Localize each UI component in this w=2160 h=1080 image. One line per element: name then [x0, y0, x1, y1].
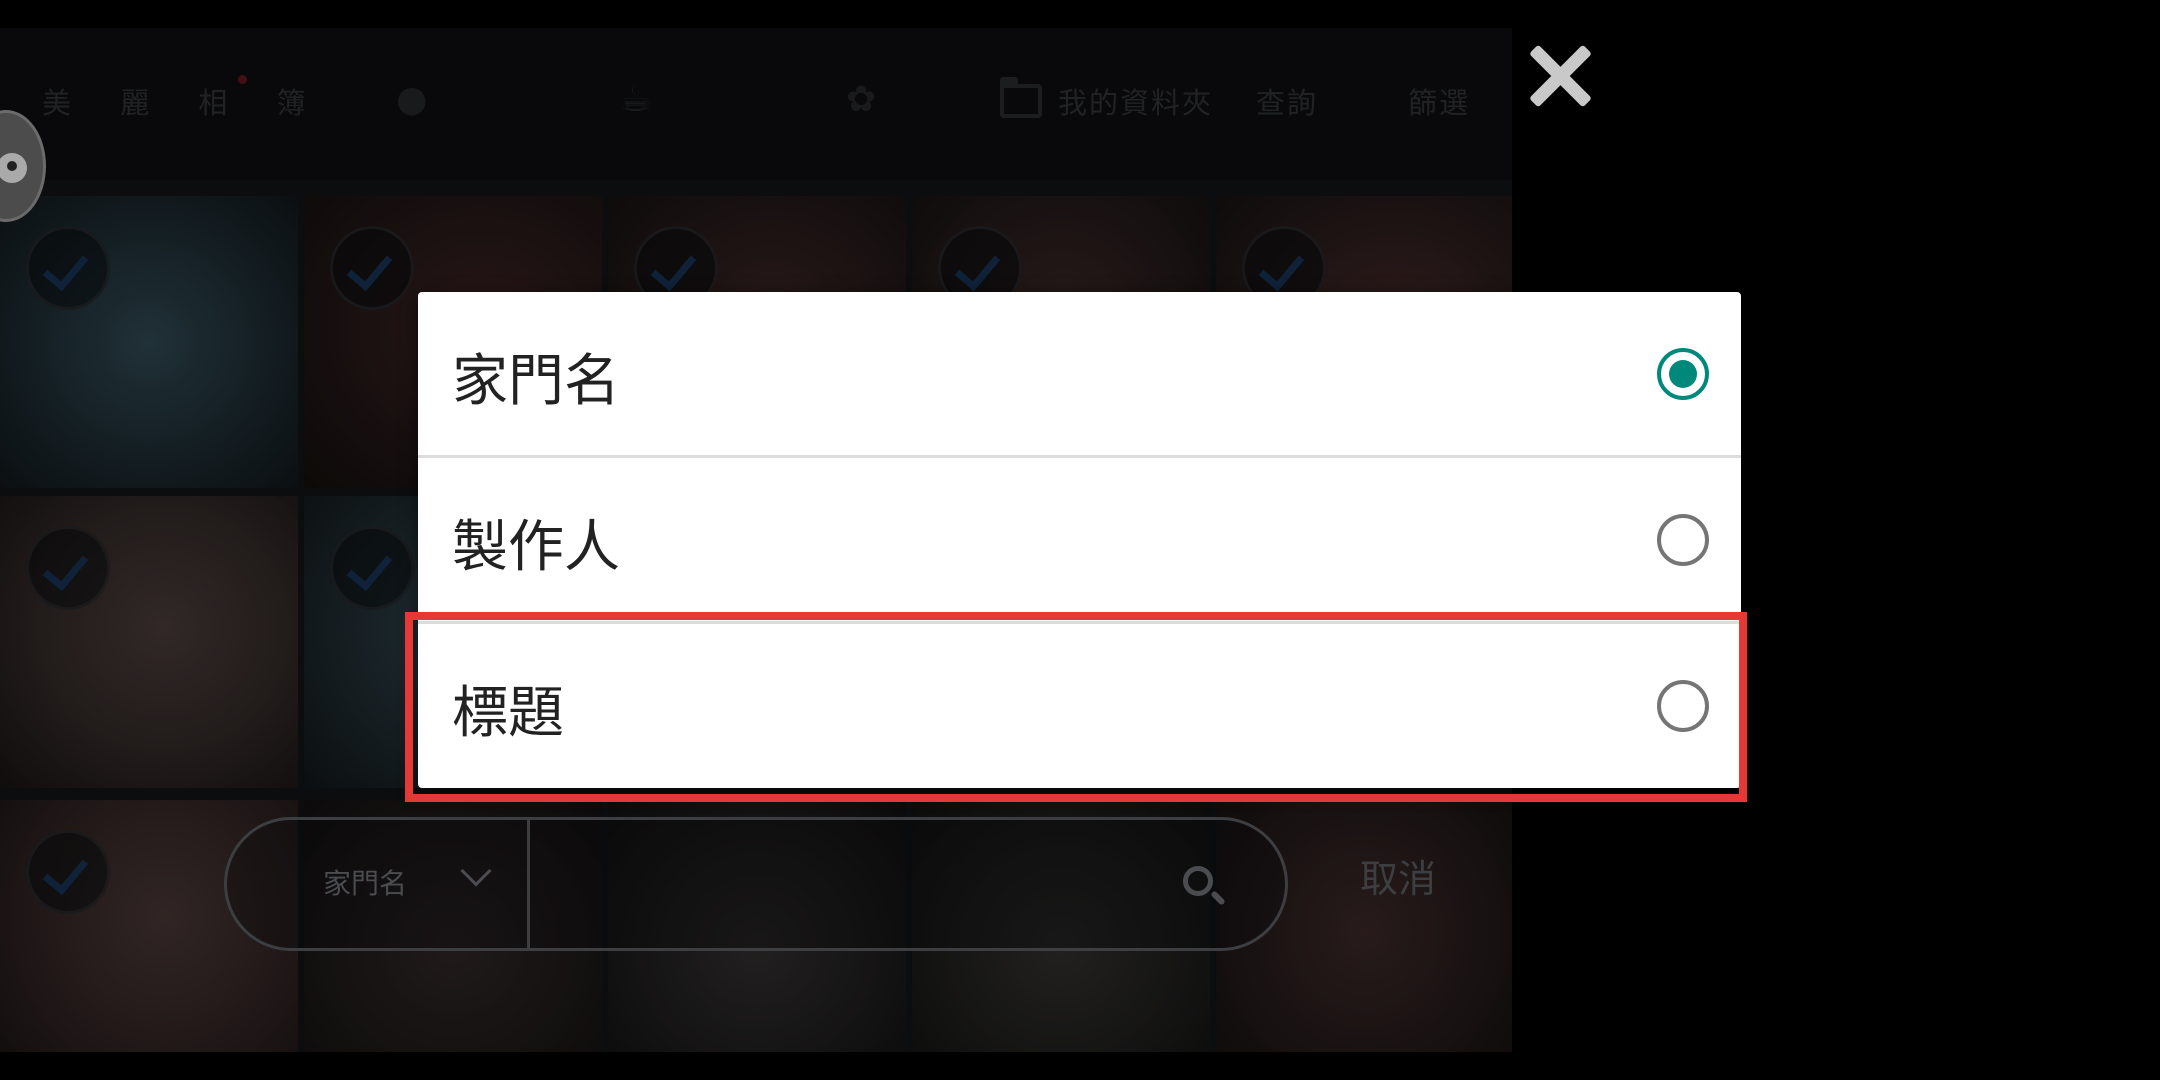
- option-label: 家門名: [452, 349, 620, 414]
- option-creator[interactable]: 製作人: [418, 458, 1741, 623]
- search-bar[interactable]: 家門名: [224, 817, 1288, 951]
- radio-selected-icon[interactable]: [1657, 348, 1709, 400]
- close-icon[interactable]: [1524, 40, 1596, 112]
- chevron-down-icon[interactable]: [460, 855, 492, 887]
- search-type-label[interactable]: 家門名: [323, 862, 407, 902]
- search-icon[interactable]: [1183, 866, 1213, 896]
- option-label: 製作人: [452, 515, 620, 580]
- search-divider: [527, 820, 530, 948]
- option-family-name[interactable]: 家門名: [418, 292, 1741, 457]
- highlight-box: [405, 612, 1747, 802]
- cancel-button[interactable]: 取消: [1360, 848, 1436, 903]
- radio-unselected-icon[interactable]: [1657, 514, 1709, 566]
